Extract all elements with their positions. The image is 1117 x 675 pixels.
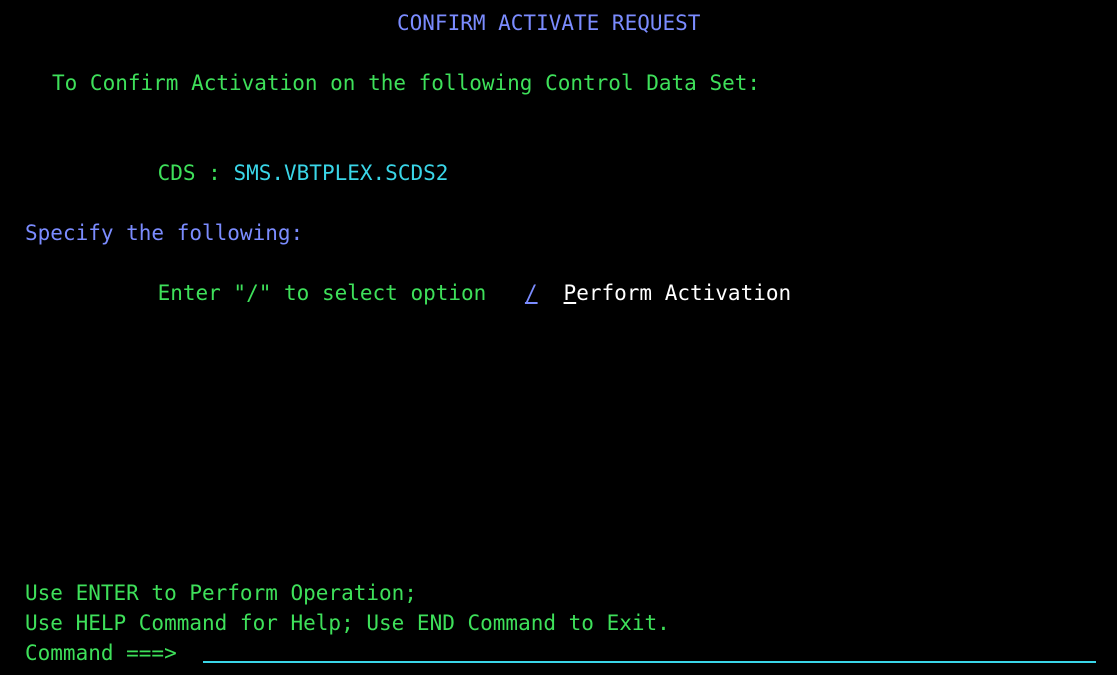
command-label: Command ===>: [25, 641, 177, 665]
option-prompt: Enter "/" to select option: [157, 281, 487, 305]
command-input[interactable]: [205, 638, 1095, 668]
terminal-screen: CONFIRM ACTIVATE REQUEST To Confirm Acti…: [0, 0, 1117, 675]
cds-value: SMS.VBTPLEX.SCDS2: [233, 161, 449, 185]
option-row: Enter "/" to select option / Perform Act…: [107, 248, 792, 305]
option-label-first: P: [563, 281, 577, 305]
panel-title: CONFIRM ACTIVATE REQUEST: [397, 11, 701, 35]
intro-text: To Confirm Activation on the following C…: [52, 71, 761, 95]
footer-enter-text: Use ENTER to Perform Operation;: [25, 581, 417, 605]
option-select-input[interactable]: /: [524, 278, 538, 308]
footer-help-text: Use HELP Command for Help; Use END Comma…: [25, 611, 670, 635]
option-label-rest: erform Activation: [576, 281, 792, 305]
command-input-underline: [203, 661, 1096, 663]
cds-label: CDS :: [157, 161, 221, 185]
cds-row: CDS : SMS.VBTPLEX.SCDS2: [107, 128, 449, 185]
perform-activation-option[interactable]: Perform Activation: [564, 281, 792, 305]
specify-label: Specify the following:: [25, 221, 304, 245]
